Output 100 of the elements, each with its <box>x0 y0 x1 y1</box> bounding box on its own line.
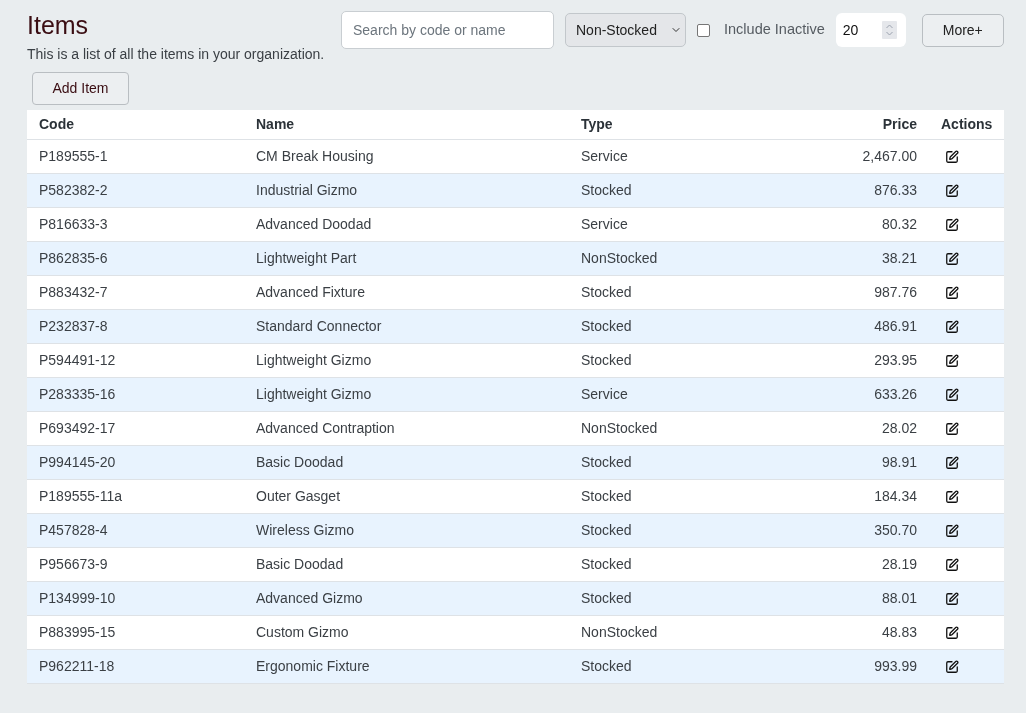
table-cell-text: P594491-12 <box>39 351 116 370</box>
table-cell-text: Wireless Gizmo <box>256 521 354 540</box>
table-cell-text: P693492-17 <box>39 419 116 438</box>
edit-button[interactable] <box>945 625 959 640</box>
table-cell-text: P283335-16 <box>39 385 116 404</box>
table-cell-text: Outer Gasget <box>256 487 341 506</box>
add-item-button[interactable]: Add Item <box>32 72 129 105</box>
table-cell-text: NonStocked <box>581 419 658 438</box>
edit-button[interactable] <box>945 149 959 164</box>
table-cell-text: 48.83 <box>881 623 917 642</box>
table-cell-text: Basic Doodad <box>256 453 344 472</box>
table-cell-text: Stocked <box>581 283 632 302</box>
table-cell-text: 38.21 <box>881 249 917 268</box>
search-field[interactable]: Search by code or name <box>341 11 554 49</box>
edit-icon <box>945 523 959 538</box>
table-cell-text: Lightweight Gizmo <box>256 385 372 404</box>
edit-button[interactable] <box>945 591 959 606</box>
table-cell-text: P994145-20 <box>39 453 116 472</box>
edit-icon <box>945 659 959 674</box>
table-cell-text: 633.26 <box>874 385 917 404</box>
edit-icon <box>945 217 959 232</box>
table-cell-text: P956673-9 <box>39 555 108 574</box>
table-cell-text: P457828-4 <box>39 521 108 540</box>
table-cell-text: Stocked <box>581 351 632 370</box>
column-header: Type <box>581 115 613 134</box>
table-cell-text: Custom Gizmo <box>256 623 349 642</box>
table-cell-text: Stocked <box>581 589 632 608</box>
edit-button[interactable] <box>945 557 959 572</box>
table-cell-text: Service <box>581 385 628 404</box>
table-cell-text: P189555-1 <box>39 147 108 166</box>
table-cell-text: P189555-11a <box>39 487 123 506</box>
table-cell-text: 184.34 <box>874 487 917 506</box>
table-cell-text: Stocked <box>581 657 632 676</box>
table-cell-text: Stocked <box>581 181 632 200</box>
edit-icon <box>945 353 959 368</box>
edit-button[interactable] <box>945 285 959 300</box>
table-cell-text: Service <box>581 147 628 166</box>
table-cell-text: CM Break Housing <box>256 147 374 166</box>
table-cell-text: Lightweight Gizmo <box>256 351 372 370</box>
table-cell-text: Advanced Contraption <box>256 419 395 438</box>
table-cell-text: NonStocked <box>581 249 658 268</box>
edit-button[interactable] <box>945 523 959 538</box>
edit-button[interactable] <box>945 319 959 334</box>
table-cell-text: 28.02 <box>881 419 917 438</box>
edit-icon <box>945 149 959 164</box>
table-cell-text: P862835-6 <box>39 249 108 268</box>
table-cell-text: 876.33 <box>874 181 917 200</box>
edit-icon <box>945 319 959 334</box>
edit-button[interactable] <box>945 387 959 402</box>
edit-icon <box>945 285 959 300</box>
table-cell-text: Stocked <box>581 317 632 336</box>
table-cell-text: Lightweight Part <box>256 249 357 268</box>
edit-button[interactable] <box>945 421 959 436</box>
edit-button[interactable] <box>945 353 959 368</box>
table-cell-text: P883995-15 <box>39 623 116 642</box>
page-size-field[interactable]: 20 <box>835 13 906 47</box>
table-cell-text: Stocked <box>581 453 632 472</box>
table-cell-text: 88.01 <box>881 589 917 608</box>
page-title: Items <box>27 10 89 40</box>
table-cell-text: Stocked <box>581 555 632 574</box>
edit-button[interactable] <box>945 455 959 470</box>
table-cell-text: P582382-2 <box>39 181 108 200</box>
table-cell-text: Stocked <box>581 487 632 506</box>
more-button[interactable]: More+ <box>921 14 1004 47</box>
edit-button[interactable] <box>945 251 959 266</box>
edit-icon <box>945 183 959 198</box>
column-header: Actions <box>941 115 993 134</box>
edit-icon <box>945 489 959 504</box>
edit-button[interactable] <box>945 659 959 674</box>
table-cell-text: 80.32 <box>881 215 917 234</box>
table-cell-text: NonStocked <box>581 623 658 642</box>
edit-button[interactable] <box>945 489 959 504</box>
table-cell-text: Basic Doodad <box>256 555 344 574</box>
page-description: This is a list of all the items in your organization. <box>27 45 325 63</box>
edit-icon <box>945 455 959 470</box>
table-cell-text: 350.70 <box>874 521 917 540</box>
include-inactive-label: Include Inactive <box>724 20 825 40</box>
table-cell-text: Ergonomic Fixture <box>256 657 370 676</box>
table-cell-text: 28.19 <box>881 555 917 574</box>
table-cell-text: 486.91 <box>874 317 917 336</box>
table-cell-text: Advanced Doodad <box>256 215 372 234</box>
column-header: Code <box>39 115 74 134</box>
table-cell-text: P883432-7 <box>39 283 108 302</box>
edit-icon <box>945 251 959 266</box>
table-cell-text: P134999-10 <box>39 589 116 608</box>
type-select[interactable]: Non-Stocked <box>565 13 686 47</box>
table-cell-text: 98.91 <box>881 453 917 472</box>
table-cell-text: Industrial Gizmo <box>256 181 358 200</box>
edit-button[interactable] <box>945 217 959 232</box>
table-cell-text: P232837-8 <box>39 317 108 336</box>
table-cell-text: P962211-18 <box>39 657 115 676</box>
table-cell-text: Advanced Fixture <box>256 283 365 302</box>
table-cell-text: 993.99 <box>874 657 917 676</box>
column-header: Price <box>882 115 917 134</box>
edit-icon <box>945 625 959 640</box>
table-cell-text: 987.76 <box>874 283 917 302</box>
table-cell-text: Advanced Gizmo <box>256 589 363 608</box>
table-cell-text: 2,467.00 <box>862 147 917 166</box>
edit-button[interactable] <box>945 183 959 198</box>
table-cell-text: Service <box>581 215 628 234</box>
